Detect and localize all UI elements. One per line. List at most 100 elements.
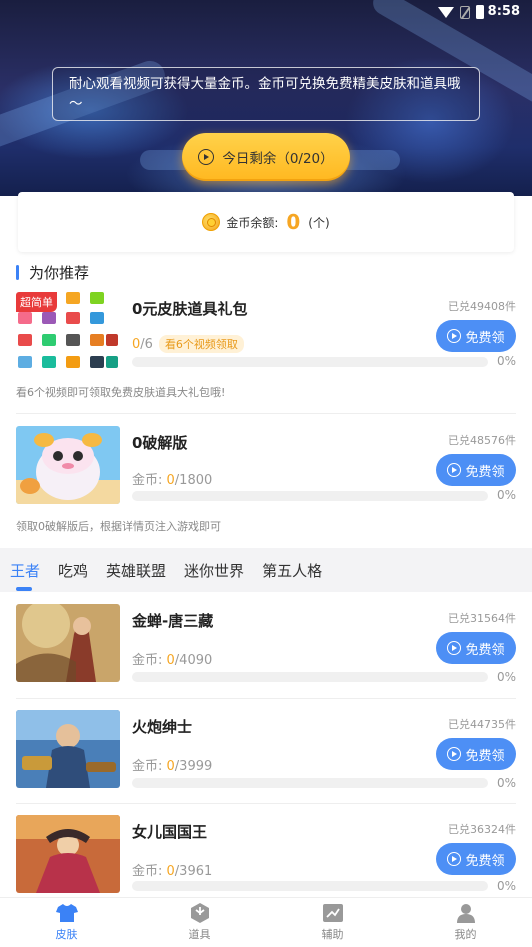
list-item[interactable]: 超简单 0元皮肤道具礼包 已兑49408件 免费领 0/6 看6个视频领取 0% … xyxy=(16,292,516,404)
cube-icon xyxy=(189,903,211,923)
list-item[interactable]: 火炮绅士 已兑44735件 免费领 金币: 0/3999 0% xyxy=(16,710,516,800)
crack-version-thumbnail xyxy=(16,426,120,504)
divider xyxy=(16,803,516,804)
play-icon xyxy=(447,641,462,655)
nav-skins-label: 皮肤 xyxy=(55,928,78,941)
nav-mine-label: 我的 xyxy=(454,928,477,941)
free-claim-button[interactable]: 免费领 xyxy=(436,454,516,486)
progress-percent: 0% xyxy=(496,488,516,502)
list-item[interactable]: 金蝉-唐三藏 已兑31564件 免费领 金币: 0/4090 0% xyxy=(16,604,516,694)
play-icon xyxy=(198,149,215,165)
price-current: 0 xyxy=(166,653,175,668)
list-item[interactable]: 女儿国国王 已兑36324件 免费领 金币: 0/3961 0% xyxy=(16,815,516,895)
skin-thumbnail xyxy=(16,604,120,682)
section-title: 为你推荐 xyxy=(16,262,89,283)
balance-card: 金币余额: 0 (个) xyxy=(18,192,514,252)
progress-total: /6 xyxy=(140,337,153,352)
shirt-icon xyxy=(55,903,78,923)
free-claim-label: 免费领 xyxy=(465,853,505,869)
balance-value: 0 xyxy=(286,210,301,234)
price-total: /3961 xyxy=(174,864,213,879)
price-current: 0 xyxy=(166,864,175,879)
nav-assist[interactable]: 辅助 xyxy=(266,898,399,947)
divider xyxy=(16,413,516,414)
price-current: 0 xyxy=(166,473,175,488)
progress-percent: 0% xyxy=(496,354,516,368)
free-claim-button[interactable]: 免费领 xyxy=(436,843,516,875)
price-label: 金币: xyxy=(132,864,167,879)
section-title-text: 为你推荐 xyxy=(29,264,90,282)
nav-assist-label: 辅助 xyxy=(321,928,344,941)
tab-wangzhe[interactable]: 王者 xyxy=(10,560,40,581)
coin-icon xyxy=(202,213,221,231)
price-current: 0 xyxy=(166,759,175,774)
redeemed-count: 已兑49408件 xyxy=(448,300,516,313)
nav-skins[interactable]: 皮肤 xyxy=(0,898,133,947)
redeemed-count: 已兑44735件 xyxy=(448,718,516,731)
play-icon xyxy=(447,852,462,866)
bottom-nav: 皮肤 道具 辅助 我的 xyxy=(0,897,532,947)
free-claim-label: 免费领 xyxy=(465,642,505,658)
play-icon xyxy=(447,747,462,761)
progress-bar xyxy=(132,778,488,788)
balance-unit: (个) xyxy=(308,215,330,230)
free-claim-button[interactable]: 免费领 xyxy=(436,320,516,352)
tab-lol[interactable]: 英雄联盟 xyxy=(106,560,166,581)
tab-indicator xyxy=(16,587,32,591)
progress-bar xyxy=(132,672,488,682)
progress-bar xyxy=(132,881,488,891)
hero-notice: 耐心观看视频可获得大量金币。金币可兑换免费精美皮肤和道具哦～ xyxy=(52,67,480,121)
section-accent-bar xyxy=(16,265,19,280)
super-easy-badge: 超简单 xyxy=(16,292,57,312)
redeemed-count: 已兑31564件 xyxy=(448,612,516,625)
category-tabs: 王者 吃鸡 英雄联盟 迷你世界 第五人格 xyxy=(0,548,532,592)
item-description: 看6个视频即可领取免费皮肤道具大礼包哦! xyxy=(16,386,226,399)
watch-video-tag: 看6个视频领取 xyxy=(158,335,244,353)
progress-bar xyxy=(132,357,488,367)
user-icon xyxy=(455,903,477,923)
free-claim-label: 免费领 xyxy=(465,464,505,480)
free-claim-button[interactable]: 免费领 xyxy=(436,738,516,770)
status-bar: 8:58 xyxy=(0,0,532,24)
progress-percent: 0% xyxy=(496,879,516,893)
hero-banner: 8:58 耐心观看视频可获得大量金币。金币可兑换免费精美皮肤和道具哦～ 今日剩余… xyxy=(0,0,532,196)
item-title: 女儿国国王 xyxy=(132,823,208,841)
progress-percent: 0% xyxy=(496,776,516,790)
balance-label: 金币余额: xyxy=(226,215,279,230)
tool-icon xyxy=(322,903,344,923)
free-claim-button[interactable]: 免费领 xyxy=(436,632,516,664)
coin-price: 金币: 0/3961 xyxy=(132,860,212,879)
tab-identity-v[interactable]: 第五人格 xyxy=(262,560,322,581)
item-title: 火炮绅士 xyxy=(132,718,193,736)
redeemed-count: 已兑48576件 xyxy=(448,434,516,447)
progress-count: 0/6 看6个视频领取 xyxy=(132,335,244,353)
status-time: 8:58 xyxy=(487,4,520,19)
coin-price: 金币: 0/4090 xyxy=(132,649,212,668)
free-claim-label: 免费领 xyxy=(465,748,505,764)
play-icon xyxy=(447,463,462,477)
coin-price: 金币: 0/3999 xyxy=(132,755,212,774)
item-title: 金蝉-唐三藏 xyxy=(132,612,214,630)
skin-thumbnail xyxy=(16,710,120,788)
item-description: 领取0破解版后，根据详情页注入游戏即可 xyxy=(16,520,221,533)
price-label: 金币: xyxy=(132,759,167,774)
price-label: 金币: xyxy=(132,473,167,488)
play-icon xyxy=(447,329,462,343)
item-title: 0元皮肤道具礼包 xyxy=(132,300,248,318)
price-total: /3999 xyxy=(174,759,213,774)
item-title: 0破解版 xyxy=(132,434,188,452)
free-claim-label: 免费领 xyxy=(465,330,505,346)
divider xyxy=(16,698,516,699)
today-remaining-button[interactable]: 今日剩余（0/20） xyxy=(182,133,350,181)
nav-mine[interactable]: 我的 xyxy=(399,898,532,947)
redeemed-count: 已兑36324件 xyxy=(448,823,516,836)
coin-price: 金币: 0/1800 xyxy=(132,469,212,488)
tab-chiji[interactable]: 吃鸡 xyxy=(58,560,88,581)
list-item[interactable]: 0破解版 已兑48576件 免费领 金币: 0/1800 0% 领取0破解版后，… xyxy=(16,426,516,538)
nav-items[interactable]: 道具 xyxy=(133,898,266,947)
wifi-icon xyxy=(438,6,454,18)
today-remaining-label: 今日剩余（0/20） xyxy=(222,151,334,167)
price-total: /1800 xyxy=(174,473,213,488)
tab-mini-world[interactable]: 迷你世界 xyxy=(184,560,244,581)
nav-items-label: 道具 xyxy=(188,928,211,941)
